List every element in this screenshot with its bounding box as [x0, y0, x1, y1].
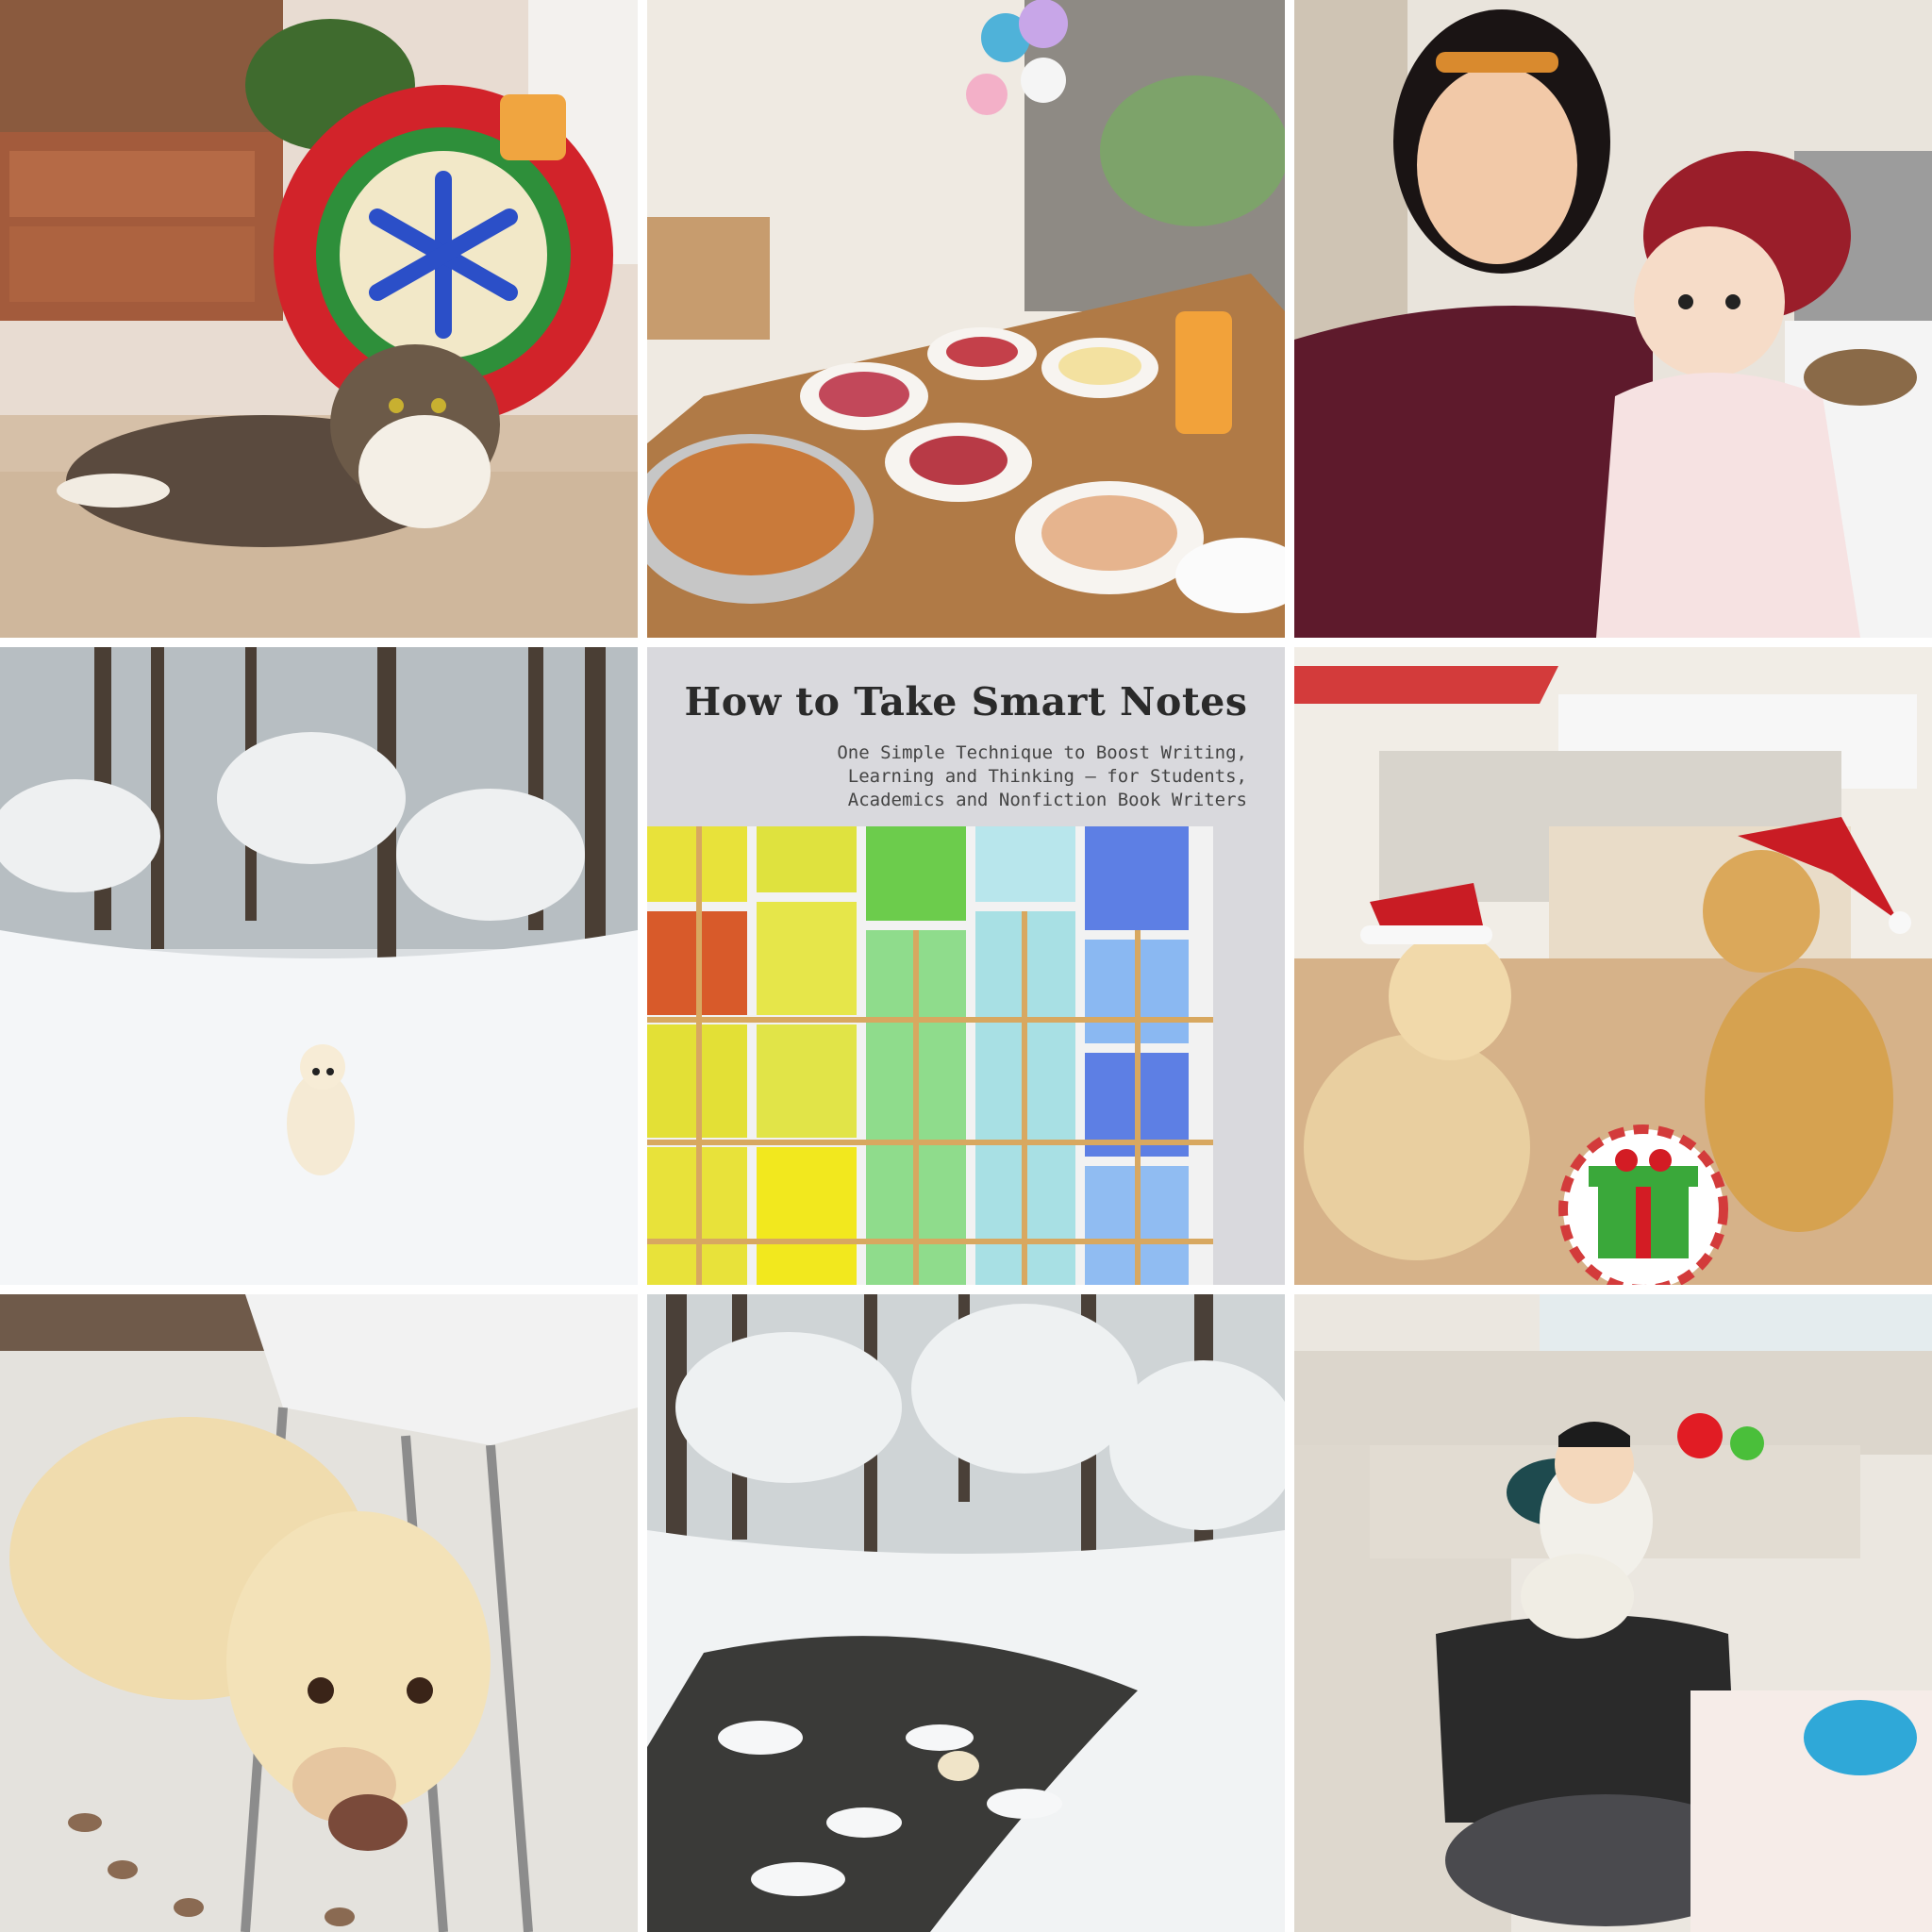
photo-father-baby-livingroom — [1294, 1294, 1932, 1932]
dogs-santa-image — [1294, 647, 1932, 1285]
photo-dogs-santa-hats — [1294, 647, 1932, 1285]
dog-snow-closeup-image — [0, 1294, 638, 1932]
book-subtitle-line: Learning and Thinking – for Students, — [847, 766, 1247, 787]
snow-creek-image — [647, 1294, 1285, 1932]
book-cover-smart-notes: How to Take Smart Notes One Simple Techn… — [647, 647, 1285, 1285]
photo-snowy-creek — [647, 1294, 1285, 1932]
book-subtitle-line: Academics and Nonfiction Book Writers — [847, 790, 1247, 810]
photo-hotpot-dinner — [647, 0, 1285, 638]
snow-forest-dog-image — [0, 647, 638, 1285]
book-subtitle-line: One Simple Technique to Boost Writing, — [837, 742, 1247, 763]
book-title: How to Take Smart Notes — [684, 679, 1248, 724]
book-subtitle: One Simple Technique to Boost Writing, L… — [732, 741, 1247, 812]
book-cover-grid-art — [647, 826, 1285, 1285]
mother-baby-image — [1294, 0, 1932, 638]
photo-dog-snowy-nose — [0, 1294, 638, 1932]
cat-ornament-image — [0, 0, 638, 638]
hotpot-table-image — [647, 0, 1285, 638]
father-baby-image — [1294, 1294, 1932, 1932]
photo-dog-snowy-forest — [0, 647, 638, 1285]
photo-cat-christmas-ornament — [0, 0, 638, 638]
photo-mother-and-baby — [1294, 0, 1932, 638]
photo-collage: How to Take Smart Notes One Simple Techn… — [0, 0, 1932, 1932]
